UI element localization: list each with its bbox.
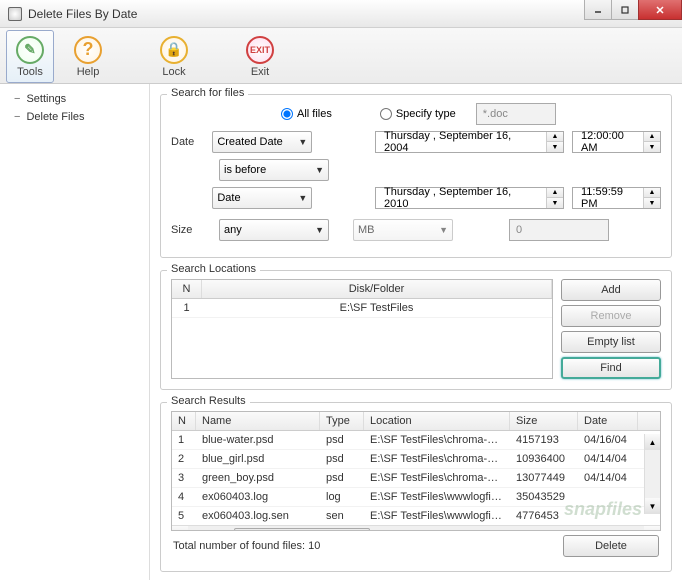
date-from-field[interactable]: Thursday , September 16, 2004 ▲▼ xyxy=(375,131,564,153)
lock-icon: 🔒 xyxy=(160,36,188,64)
scrollbar-horizontal[interactable]: ◄ ► xyxy=(172,525,660,531)
table-row[interactable]: 1E:\SF TestFiles xyxy=(172,299,552,318)
col-location[interactable]: Location xyxy=(364,412,510,430)
time-to-field[interactable]: 11:59:59 PM ▲▼ xyxy=(572,187,661,209)
locations-label: Search Locations xyxy=(167,263,260,275)
chevron-down-icon: ▼ xyxy=(439,225,448,235)
size-mode-select[interactable]: any ▼ xyxy=(219,219,329,241)
col-size[interactable]: Size xyxy=(510,412,578,430)
size-value-input[interactable] xyxy=(509,219,609,241)
scrollbar-vertical[interactable]: ▲ ▼ xyxy=(644,434,660,514)
help-button[interactable]: ? Help xyxy=(64,30,112,83)
delete-button[interactable]: Delete xyxy=(563,535,659,557)
table-row[interactable]: 3green_boy.psdpsdE:\SF TestFiles\chroma-… xyxy=(172,469,660,488)
locations-table: N Disk/Folder 1E:\SF TestFiles xyxy=(171,279,553,379)
remove-button[interactable]: Remove xyxy=(561,305,661,327)
exit-button[interactable]: EXIT Exit xyxy=(236,30,284,83)
add-button[interactable]: Add xyxy=(561,279,661,301)
col-type[interactable]: Type xyxy=(320,412,364,430)
chevron-down-icon: ▼ xyxy=(298,193,307,203)
sidebar-item-delete-files[interactable]: Delete Files xyxy=(0,108,149,126)
table-row[interactable]: 2blue_girl.psdpsdE:\SF TestFiles\chroma-… xyxy=(172,450,660,469)
results-count: Total number of found files: 10 xyxy=(173,540,320,552)
pencil-icon: ✎ xyxy=(16,36,44,64)
date-to-field[interactable]: Thursday , September 16, 2010 ▲▼ xyxy=(375,187,564,209)
col-n[interactable]: N xyxy=(172,280,202,298)
maximize-button[interactable] xyxy=(611,0,639,20)
tools-button[interactable]: ✎ Tools xyxy=(6,30,54,83)
date-op-select[interactable]: is before ▼ xyxy=(219,159,329,181)
col-date[interactable]: Date xyxy=(578,412,638,430)
titlebar: Delete Files By Date xyxy=(0,0,682,28)
close-button[interactable] xyxy=(638,0,682,20)
app-icon xyxy=(8,7,22,21)
search-label: Search for files xyxy=(167,87,248,99)
type-input[interactable] xyxy=(476,103,556,125)
window-title: Delete Files By Date xyxy=(28,7,585,21)
date-label: Date xyxy=(171,136,204,148)
exit-icon: EXIT xyxy=(246,36,274,64)
minimize-button[interactable] xyxy=(584,0,612,20)
find-button[interactable]: Find xyxy=(561,357,661,379)
chevron-down-icon: ▼ xyxy=(298,137,307,147)
results-label: Search Results xyxy=(167,395,250,407)
locations-group: Search Locations N Disk/Folder 1E:\SF Te… xyxy=(160,270,672,390)
spin-down-icon[interactable]: ▼ xyxy=(547,142,563,152)
chevron-down-icon: ▼ xyxy=(315,225,324,235)
col-n[interactable]: N xyxy=(172,412,196,430)
empty-list-button[interactable]: Empty list xyxy=(561,331,661,353)
size-unit-select[interactable]: MB ▼ xyxy=(353,219,453,241)
results-table: N Name Type Location Size Date 1blue-wat… xyxy=(171,411,661,531)
table-row[interactable]: 1blue-water.psdpsdE:\SF TestFiles\chroma… xyxy=(172,431,660,450)
help-icon: ? xyxy=(74,36,102,64)
date-mode-select[interactable]: Date ▼ xyxy=(212,187,312,209)
results-group: Search Results N Name Type Location Size… xyxy=(160,402,672,572)
table-row[interactable]: 4ex060403.loglogE:\SF TestFiles\wwwlogfi… xyxy=(172,488,660,507)
col-name[interactable]: Name xyxy=(196,412,320,430)
radio-all-files[interactable]: All files xyxy=(281,108,332,120)
radio-specify-type[interactable]: Specify type xyxy=(380,108,456,120)
sidebar: Settings Delete Files xyxy=(0,84,150,580)
spin-up-icon[interactable]: ▲ xyxy=(547,132,563,142)
toolbar: ✎ Tools ? Help 🔒 Lock EXIT Exit xyxy=(0,28,682,84)
scroll-down-icon[interactable]: ▼ xyxy=(645,498,660,514)
scroll-right-icon[interactable]: ► xyxy=(644,526,660,531)
date-field-select[interactable]: Created Date ▼ xyxy=(212,131,312,153)
scroll-up-icon[interactable]: ▲ xyxy=(645,434,660,450)
chevron-down-icon: ▼ xyxy=(315,165,324,175)
table-row[interactable]: 5ex060403.log.sensenE:\SF TestFiles\wwwl… xyxy=(172,507,660,525)
search-group: Search for files All files Specify type … xyxy=(160,94,672,258)
scroll-left-icon[interactable]: ◄ xyxy=(172,526,188,531)
lock-button[interactable]: 🔒 Lock xyxy=(150,30,198,83)
size-label: Size xyxy=(171,224,211,236)
col-path[interactable]: Disk/Folder xyxy=(202,280,552,298)
time-from-field[interactable]: 12:00:00 AM ▲▼ xyxy=(572,131,661,153)
sidebar-item-settings[interactable]: Settings xyxy=(0,90,149,108)
